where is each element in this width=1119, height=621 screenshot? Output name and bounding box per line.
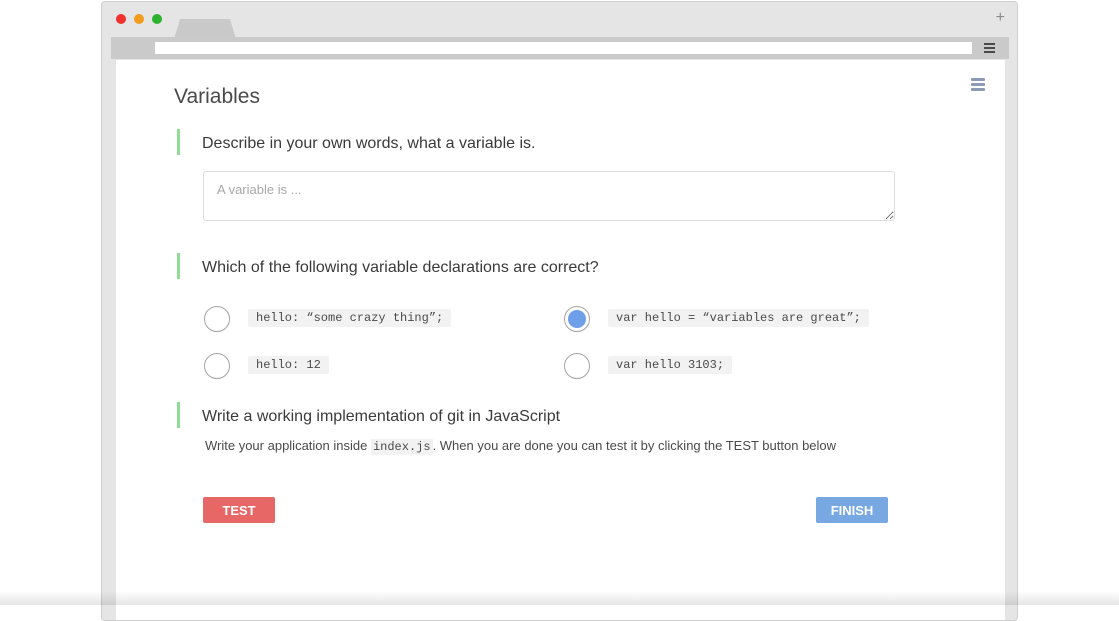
question-1-accent-bar bbox=[177, 129, 180, 155]
bottom-shadow bbox=[0, 591, 1119, 605]
browser-toolbar bbox=[111, 37, 1009, 59]
question-2-text: Which of the following variable declarat… bbox=[202, 259, 599, 276]
option-1-code: hello: “some crazy thing”; bbox=[248, 309, 452, 327]
hamburger-icon[interactable] bbox=[971, 78, 985, 93]
option-2-radio[interactable] bbox=[564, 306, 590, 332]
option-1-radio[interactable] bbox=[204, 306, 230, 332]
minimize-window-button[interactable] bbox=[134, 14, 144, 24]
browser-menu-icon[interactable] bbox=[984, 43, 995, 55]
question-3-description: Write your application inside index.js. … bbox=[205, 438, 837, 455]
option-3-code: hello: 12 bbox=[248, 356, 329, 374]
description-text-before: Write your application inside bbox=[205, 438, 371, 453]
page-title: Variables bbox=[174, 85, 260, 108]
option-3-radio[interactable] bbox=[204, 353, 230, 379]
new-tab-button[interactable]: + bbox=[996, 9, 1005, 27]
test-button[interactable]: TEST bbox=[203, 497, 275, 523]
option-2-code: var hello = “variables are great”; bbox=[608, 309, 869, 327]
question-2-accent-bar bbox=[177, 253, 180, 279]
close-window-button[interactable] bbox=[116, 14, 126, 24]
browser-tab[interactable] bbox=[174, 19, 236, 39]
question-3-accent-bar bbox=[177, 402, 180, 428]
page-content: Variables Describe in your own words, wh… bbox=[116, 60, 1005, 620]
option-4-radio[interactable] bbox=[564, 353, 590, 379]
option-4-code: var hello 3103; bbox=[608, 356, 733, 374]
index-js-code: index.js bbox=[370, 439, 433, 455]
browser-window: + Variables Describe in your own words, … bbox=[101, 1, 1018, 621]
question-3-text: Write a working implementation of git in… bbox=[202, 408, 561, 425]
question-1-text: Describe in your own words, what a varia… bbox=[202, 135, 536, 152]
variable-answer-field[interactable] bbox=[203, 171, 895, 221]
description-text-after: . When you are done you can test it by c… bbox=[432, 438, 837, 453]
maximize-window-button[interactable] bbox=[152, 14, 162, 24]
address-bar[interactable] bbox=[155, 42, 972, 54]
finish-button[interactable]: FINISH bbox=[816, 497, 888, 523]
